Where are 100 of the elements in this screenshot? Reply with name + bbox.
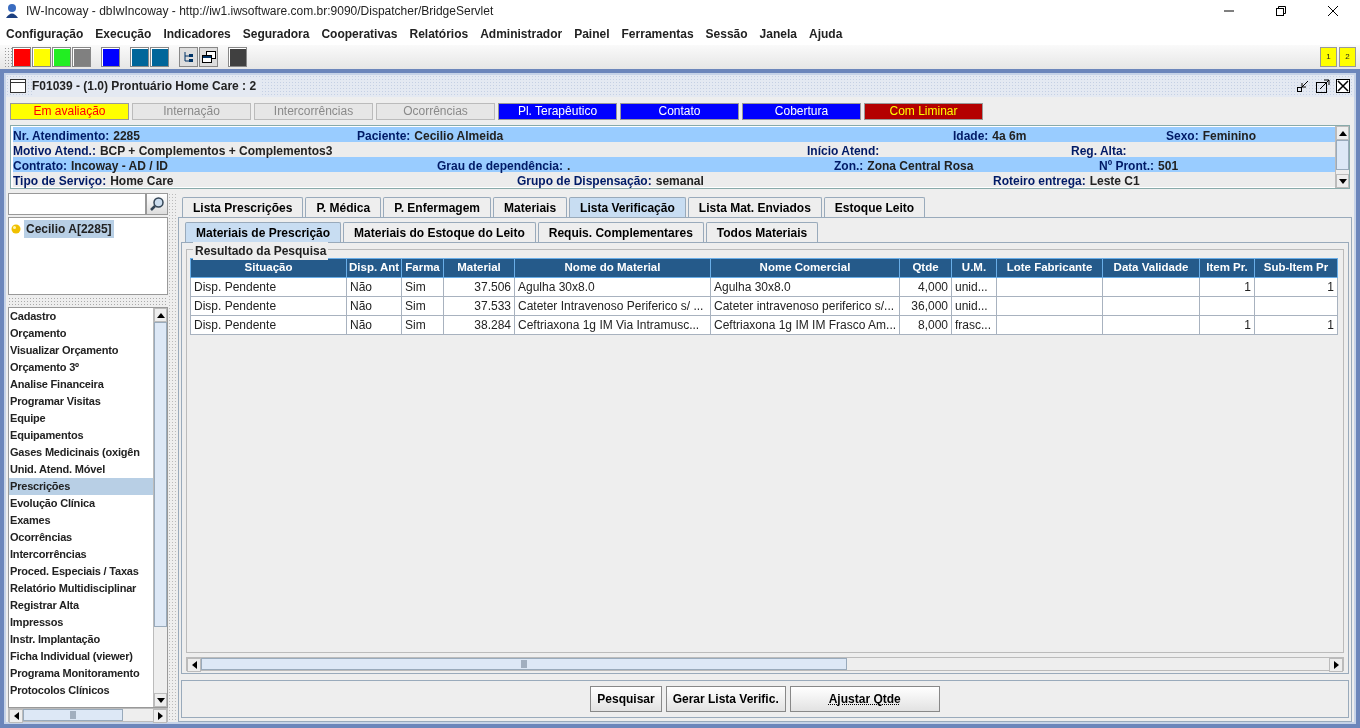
sidebar-item[interactable]: Cadastro <box>9 308 153 325</box>
tab[interactable]: Materiais do Estoque do Leito <box>343 222 536 242</box>
tab[interactable]: Lista Mat. Enviados <box>687 197 822 217</box>
restore-icon[interactable] <box>1276 6 1286 16</box>
sidebar-item[interactable]: Orçamento 3º <box>9 359 153 376</box>
menu-item[interactable]: Janela <box>759 24 803 43</box>
status-button[interactable]: Em avaliação <box>10 103 129 120</box>
column-header[interactable]: Situação <box>190 258 347 278</box>
menu-item[interactable]: Painel <box>574 24 616 43</box>
sidebar-item[interactable]: Orçamento <box>9 325 153 342</box>
horizontal-scrollbar[interactable] <box>186 657 1344 671</box>
column-header[interactable]: Material <box>443 258 515 278</box>
menu-item[interactable]: Configuração <box>6 24 90 43</box>
menu-item[interactable]: Seguradora <box>242 24 316 43</box>
menu-item[interactable]: Indicadores <box>163 24 237 43</box>
right-arrow-icon[interactable] <box>157 712 163 720</box>
sidebar-item[interactable]: Analise Financeira <box>9 376 153 393</box>
maximize-icon[interactable] <box>1316 79 1330 93</box>
menu-item[interactable]: Ajuda <box>808 24 849 43</box>
up-arrow-icon[interactable] <box>1338 130 1347 136</box>
tree-item[interactable]: Cecilio A[2285] <box>24 220 114 238</box>
sidebar-item[interactable]: Impressos <box>9 614 153 631</box>
menu-item[interactable]: Ferramentas <box>621 24 700 43</box>
menu-item[interactable]: Relatórios <box>409 24 475 43</box>
sidebar-item[interactable]: Relatório Multidisciplinar <box>9 580 153 597</box>
up-arrow-icon[interactable] <box>156 312 165 318</box>
close-icon[interactable] <box>1336 79 1350 93</box>
sidebar-item[interactable]: Programar Visitas <box>9 393 153 410</box>
column-header[interactable]: Qtde <box>899 258 952 278</box>
sidebar-item[interactable]: Registrar Alta <box>9 597 153 614</box>
sidebar-item[interactable]: Equipamentos <box>9 427 153 444</box>
tab[interactable]: Requis. Complementares <box>537 222 704 242</box>
right-arrow-icon[interactable] <box>1333 661 1339 669</box>
tab[interactable]: Lista Verificação <box>569 197 686 217</box>
status-button[interactable]: Com Liminar <box>864 103 983 120</box>
action-button[interactable]: Ajustar Qtde <box>789 686 940 712</box>
action-button[interactable]: Gerar Lista Verific. <box>665 686 786 712</box>
vertical-scrollbar[interactable] <box>153 308 167 707</box>
workspace-button[interactable]: 2 <box>1339 47 1356 67</box>
vertical-scrollbar[interactable] <box>1335 126 1349 188</box>
minimize-icon[interactable] <box>1296 79 1310 93</box>
status-button[interactable]: Contato <box>620 103 739 120</box>
menu-item[interactable]: Execução <box>95 24 158 43</box>
close-icon[interactable] <box>1328 6 1338 16</box>
sidebar-item[interactable]: Evolução Clínica <box>9 495 153 512</box>
column-header[interactable]: Disp. Ant <box>346 258 402 278</box>
sidebar-item[interactable]: Equipe <box>9 410 153 427</box>
column-header[interactable]: Lote Fabricante <box>996 258 1103 278</box>
color-button[interactable] <box>228 47 247 67</box>
windows-button[interactable] <box>199 47 218 67</box>
column-header[interactable]: Farma <box>401 258 444 278</box>
status-button[interactable]: Pl. Terapêutico <box>498 103 617 120</box>
column-header[interactable]: Nome do Material <box>514 258 711 278</box>
down-arrow-icon[interactable] <box>1338 178 1347 184</box>
column-header[interactable]: Sub-Item Pr <box>1254 258 1338 278</box>
tab[interactable]: P. Médica <box>305 197 382 217</box>
color-button[interactable] <box>12 47 31 67</box>
menu-item[interactable]: Sessão <box>705 24 754 43</box>
left-arrow-icon[interactable] <box>191 661 197 669</box>
color-button[interactable] <box>72 47 91 67</box>
tab[interactable]: Estoque Leito <box>823 197 926 217</box>
action-button[interactable]: Pesquisar <box>590 686 662 712</box>
column-header[interactable]: Nome Comercial <box>710 258 900 278</box>
horizontal-scrollbar[interactable] <box>8 708 168 722</box>
sidebar-item[interactable]: Exames <box>9 512 153 529</box>
tab[interactable]: Materiais de Prescrição <box>185 222 342 242</box>
column-header[interactable]: Data Validade <box>1102 258 1200 278</box>
color-button[interactable] <box>32 47 51 67</box>
sidebar-item[interactable]: Ocorrências <box>9 529 153 546</box>
left-arrow-icon[interactable] <box>13 712 19 720</box>
tab[interactable]: Lista Prescrições <box>182 197 304 217</box>
sidebar-item[interactable]: Unid. Atend. Móvel <box>9 461 153 478</box>
field-label: Reg. Alta: <box>1071 143 1127 160</box>
menu-item[interactable]: Cooperativas <box>321 24 404 43</box>
sidebar-item[interactable]: Prescrições <box>9 478 153 495</box>
sidebar-item[interactable]: Gases Medicinais (oxigên <box>9 444 153 461</box>
sidebar-item[interactable]: Intercorrências <box>9 546 153 563</box>
search-field[interactable] <box>8 193 146 215</box>
sidebar-item[interactable]: Instr. Implantação <box>9 631 153 648</box>
status-button[interactable]: Cobertura <box>742 103 861 120</box>
color-button[interactable] <box>52 47 71 67</box>
column-header[interactable]: U.M. <box>951 258 997 278</box>
search-button[interactable] <box>146 193 168 215</box>
column-header[interactable]: Item Pr. <box>1199 258 1255 278</box>
sidebar-item[interactable]: Proced. Especiais / Taxas <box>9 563 153 580</box>
down-arrow-icon[interactable] <box>156 697 165 703</box>
tab[interactable]: Materiais <box>493 197 568 217</box>
tab[interactable]: Todos Materiais <box>705 222 819 242</box>
workspace-button[interactable]: 1 <box>1320 47 1337 67</box>
app-icon <box>4 3 20 19</box>
color-button[interactable] <box>130 47 149 67</box>
color-button[interactable] <box>101 47 120 67</box>
tab[interactable]: P. Enfermagem <box>383 197 492 217</box>
sidebar-item[interactable]: Ficha Individual (viewer) <box>9 648 153 665</box>
tree-button[interactable] <box>179 47 198 67</box>
sidebar-item[interactable]: Programa Monitoramento <box>9 665 153 682</box>
color-button[interactable] <box>150 47 169 67</box>
sidebar-item[interactable]: Protocolos Clínicos <box>9 682 153 699</box>
sidebar-item[interactable]: Visualizar Orçamento <box>9 342 153 359</box>
menu-item[interactable]: Administrador <box>480 24 569 43</box>
